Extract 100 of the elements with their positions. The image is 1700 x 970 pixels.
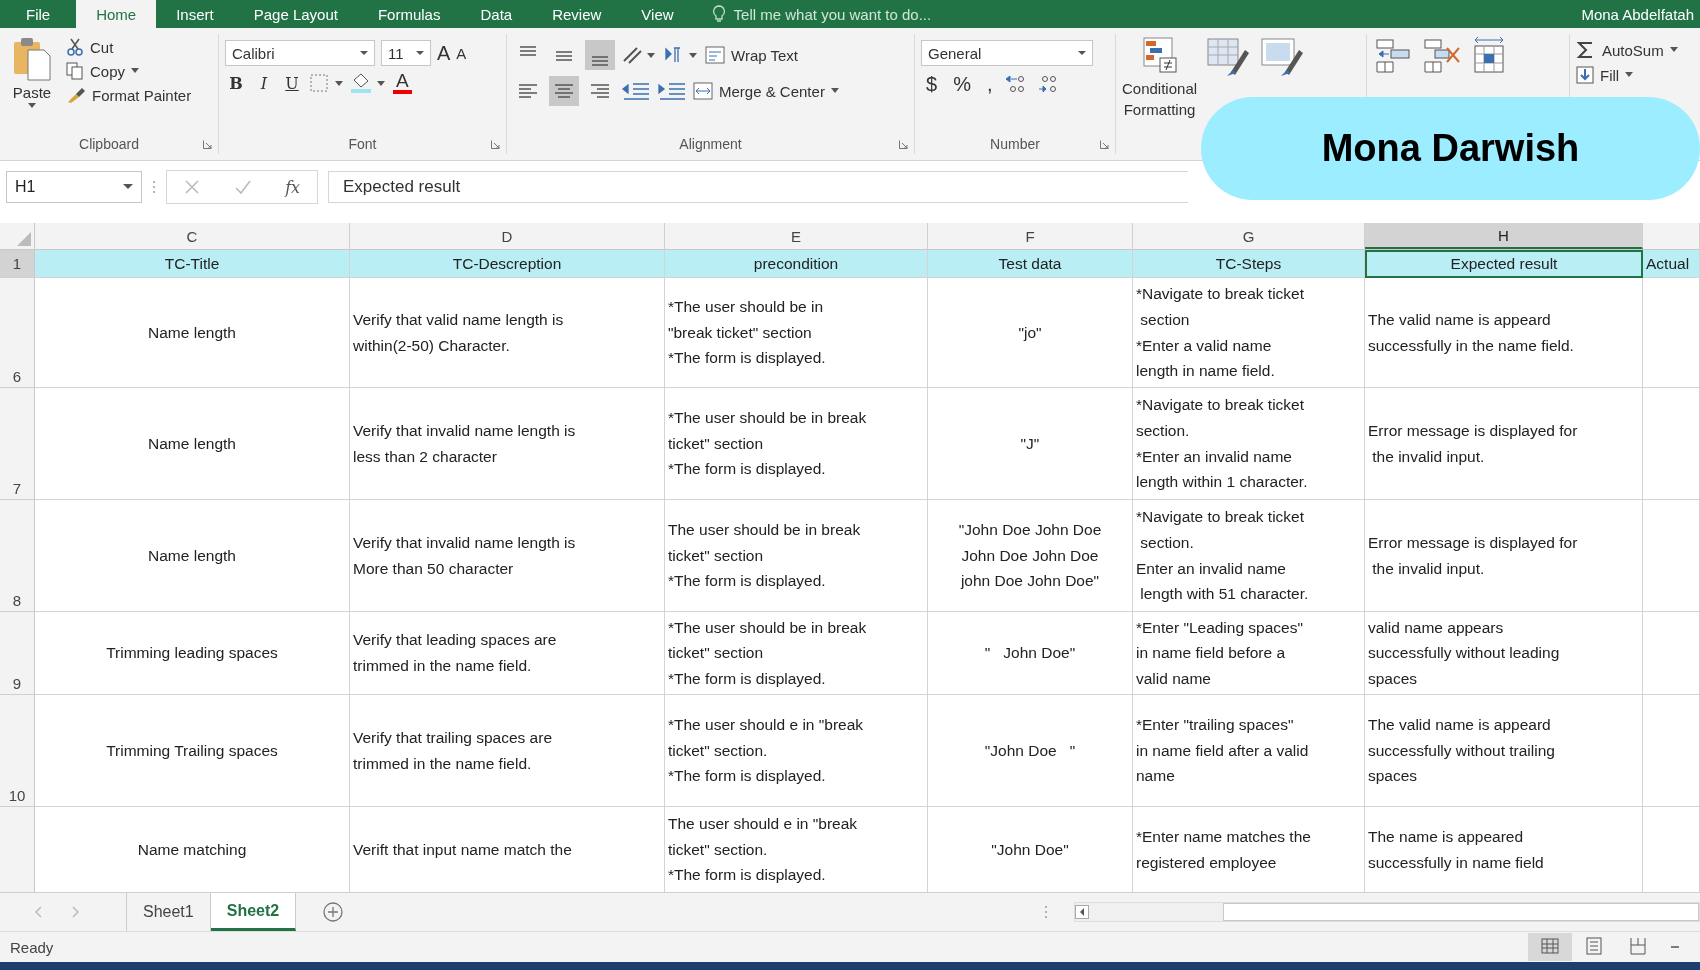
merge-center-button[interactable]: Merge & Center bbox=[693, 82, 839, 100]
table-cell: " John Doe" bbox=[928, 612, 1133, 695]
paste-button[interactable]: Paste bbox=[6, 34, 58, 111]
caret-icon bbox=[360, 50, 368, 56]
font-size-field[interactable]: 11 bbox=[381, 40, 431, 66]
row-header[interactable]: 8 bbox=[0, 500, 35, 612]
format-painter-button[interactable]: Format Painter bbox=[66, 86, 192, 104]
underline-button[interactable]: U bbox=[281, 73, 303, 93]
row-header[interactable]: 9 bbox=[0, 612, 35, 695]
column-header[interactable]: F bbox=[928, 223, 1133, 249]
menu-tab[interactable]: Review bbox=[532, 0, 622, 28]
menu-tab[interactable]: Home bbox=[76, 0, 157, 28]
row-header[interactable]: 1 bbox=[0, 250, 35, 278]
menu-tab[interactable]: Insert bbox=[156, 0, 234, 28]
sheet-tab[interactable]: Sheet2 bbox=[210, 893, 297, 931]
percent-button[interactable]: % bbox=[948, 72, 976, 96]
bold-button[interactable]: B bbox=[225, 73, 247, 93]
row-header[interactable]: 6 bbox=[0, 278, 35, 388]
zoom-out-icon[interactable] bbox=[1670, 945, 1680, 949]
menu-tab[interactable]: Formulas bbox=[357, 0, 461, 28]
status-text: Ready bbox=[10, 938, 54, 956]
row-header[interactable]: 10 bbox=[0, 695, 35, 807]
fill-color-icon[interactable] bbox=[349, 72, 387, 94]
caret-icon bbox=[1625, 72, 1634, 78]
shrink-font-button[interactable]: A bbox=[456, 44, 467, 62]
scissors-icon bbox=[66, 38, 84, 56]
group-label: Number bbox=[990, 136, 1040, 152]
borders-icon[interactable] bbox=[309, 73, 343, 93]
font-name-field[interactable]: Calibri bbox=[225, 40, 375, 66]
wrap-text-button[interactable]: Wrap Text bbox=[705, 46, 798, 64]
copy-icon bbox=[66, 62, 84, 80]
menu-tab[interactable]: File bbox=[0, 0, 77, 28]
scrollbar-thumb[interactable] bbox=[1223, 903, 1699, 921]
table-brush-icon[interactable] bbox=[1205, 36, 1252, 78]
column-header[interactable]: D bbox=[350, 223, 665, 249]
table-cell: The valid name is appeard successfully without trailing spaces bbox=[1365, 695, 1643, 807]
column-header[interactable]: H bbox=[1365, 223, 1643, 249]
tell-me-search[interactable]: Tell me what you want to do... bbox=[711, 0, 932, 28]
horizontal-align-icon[interactable] bbox=[549, 76, 579, 106]
dialog-launcher-icon[interactable] bbox=[203, 139, 212, 149]
scroll-left-icon[interactable] bbox=[1075, 905, 1089, 919]
header-cell: TC-Steps bbox=[1133, 250, 1365, 278]
table-cell: Verify that trailing spaces are trimmed in the name field. bbox=[350, 695, 665, 807]
menu-tab[interactable]: Data bbox=[460, 0, 533, 28]
menu-tab[interactable]: View bbox=[621, 0, 694, 28]
fill-button[interactable]: Fill bbox=[1576, 66, 1634, 84]
table-cell: Verify that valid name length is within(2-50) Character. bbox=[350, 278, 665, 388]
cancel-icon[interactable] bbox=[183, 179, 200, 195]
caret-icon bbox=[1078, 50, 1086, 56]
user-name[interactable]: Mona Abdelfatah bbox=[1581, 0, 1700, 28]
table-cell: Error message is displayed for the invalid input. bbox=[1365, 388, 1643, 500]
table-cell: *Navigate to break ticket section *Enter a valid name length in name field. bbox=[1133, 278, 1365, 388]
header-cell: TC-Title bbox=[35, 250, 350, 278]
lightbulb-icon bbox=[711, 5, 726, 23]
vertical-align-icon[interactable] bbox=[585, 40, 615, 70]
menu-tab[interactable]: Page Layout bbox=[233, 0, 358, 28]
table-cell: "jo" bbox=[928, 278, 1133, 388]
table-cell: *Navigate to break ticket section. *Enter an invalid name length within 1 character. bbox=[1133, 388, 1365, 500]
table-cell: Verify that invalid name length is less than 2 character bbox=[350, 388, 665, 500]
insert-cells-icon[interactable] bbox=[1373, 36, 1413, 76]
column-header[interactable]: C bbox=[35, 223, 350, 249]
cut-button[interactable]: Cut bbox=[66, 38, 192, 56]
caret-icon bbox=[1669, 47, 1678, 53]
formula-field[interactable]: Expected result bbox=[328, 171, 1188, 203]
table-cell: Trimming Trailing spaces bbox=[35, 695, 350, 807]
dialog-launcher-icon[interactable] bbox=[899, 139, 908, 149]
table-cell: Trimming leading spaces bbox=[35, 612, 350, 695]
currency-button[interactable]: $ bbox=[921, 72, 943, 96]
enter-checkmark-icon[interactable] bbox=[233, 179, 252, 195]
grow-font-button[interactable]: A bbox=[437, 41, 451, 65]
dialog-launcher-icon[interactable] bbox=[1100, 139, 1109, 149]
cell-brush-icon[interactable] bbox=[1259, 36, 1306, 78]
row-header[interactable]: 7 bbox=[0, 388, 35, 500]
copy-button[interactable]: Copy bbox=[66, 62, 192, 80]
caret-icon bbox=[131, 68, 140, 74]
name-badge: Mona Darwish bbox=[1201, 97, 1700, 200]
drag-handle-icon[interactable] bbox=[1044, 905, 1048, 919]
name-box[interactable]: H1 bbox=[6, 171, 142, 203]
table-cell: Verify that invalid name length is More than 50 character bbox=[350, 500, 665, 612]
new-sheet-icon[interactable] bbox=[322, 901, 345, 923]
autosum-button[interactable]: AutoSum bbox=[1576, 40, 1678, 60]
table-cell: The user should be in break ticket" section *The form is displayed. bbox=[665, 500, 928, 612]
drag-handle-icon[interactable] bbox=[152, 180, 156, 194]
number-format-field[interactable]: General bbox=[921, 40, 1093, 66]
group-label: Clipboard bbox=[79, 136, 139, 152]
table-cell: Error message is displayed for the invalid input. bbox=[1365, 500, 1643, 612]
comma-button[interactable]: , bbox=[981, 72, 998, 96]
dialog-launcher-icon[interactable] bbox=[491, 139, 500, 149]
column-header[interactable]: E bbox=[665, 223, 928, 249]
font-color-button[interactable]: A bbox=[393, 72, 412, 94]
header-cell: TC-Descreption bbox=[350, 250, 665, 278]
normal-view-icon[interactable] bbox=[1528, 933, 1572, 961]
table-cell: "J" bbox=[928, 388, 1133, 500]
italic-button[interactable]: I bbox=[253, 73, 275, 93]
insert-function-button[interactable]: fx bbox=[285, 177, 301, 197]
table-cell: valid name appears successfully without leading spaces bbox=[1365, 612, 1643, 695]
conditional-formatting-button[interactable]: Conditional Formatting bbox=[1122, 34, 1198, 120]
header-cell: Actual bbox=[1643, 250, 1700, 278]
delete-cells-icon[interactable] bbox=[1421, 36, 1461, 76]
table-cell: Name length bbox=[35, 278, 350, 388]
